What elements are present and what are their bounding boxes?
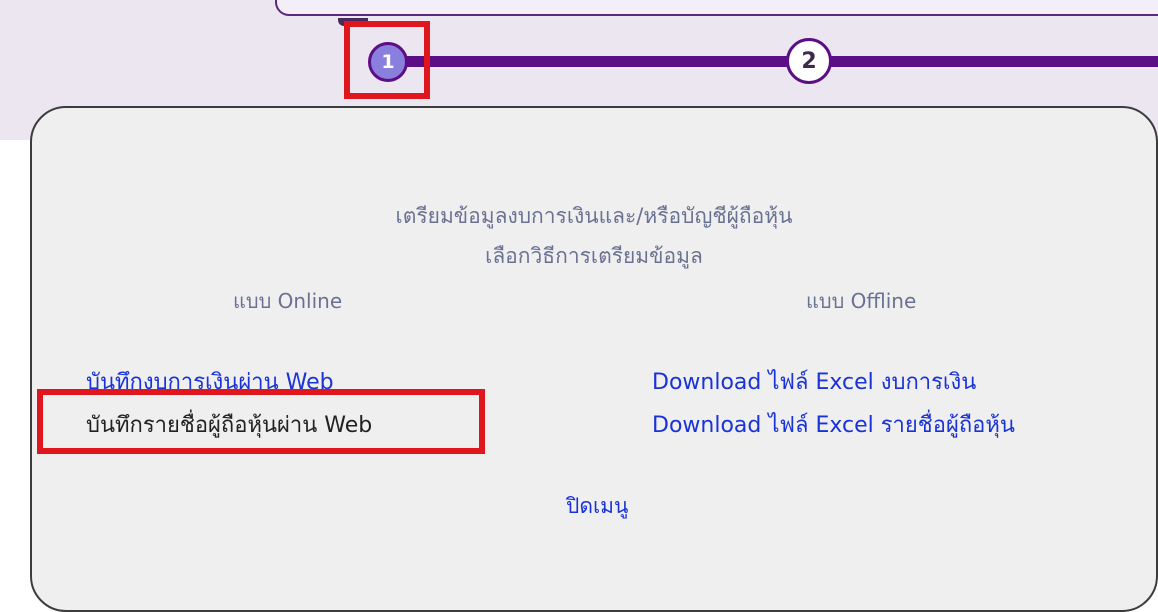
progress-line <box>400 56 1158 67</box>
shareholder-link-highlight-box <box>37 389 485 454</box>
header-banner <box>275 0 1158 16</box>
dialog-subtitle: เตรียมข้อมูลงบการเงินและ/หรือบัญชีผู้ถือ… <box>395 204 793 228</box>
download-financial-excel-link[interactable]: Download ไฟล์ Excel งบการเงิน <box>652 364 976 399</box>
offline-heading: แบบ Offline <box>806 289 917 313</box>
close-menu-link[interactable]: ปิดเมนู <box>566 490 628 523</box>
step-1-highlight-box <box>344 21 430 99</box>
dialog-prompt: เลือกวิธีการเตรียมข้อมูล <box>485 244 703 268</box>
online-heading: แบบ Online <box>233 289 343 313</box>
step-2-indicator[interactable]: 2 <box>786 38 832 84</box>
method-selection-dialog <box>30 106 1158 612</box>
download-shareholder-excel-link[interactable]: Download ไฟล์ Excel รายชื่อผู้ถือหุ้น <box>652 407 1015 442</box>
